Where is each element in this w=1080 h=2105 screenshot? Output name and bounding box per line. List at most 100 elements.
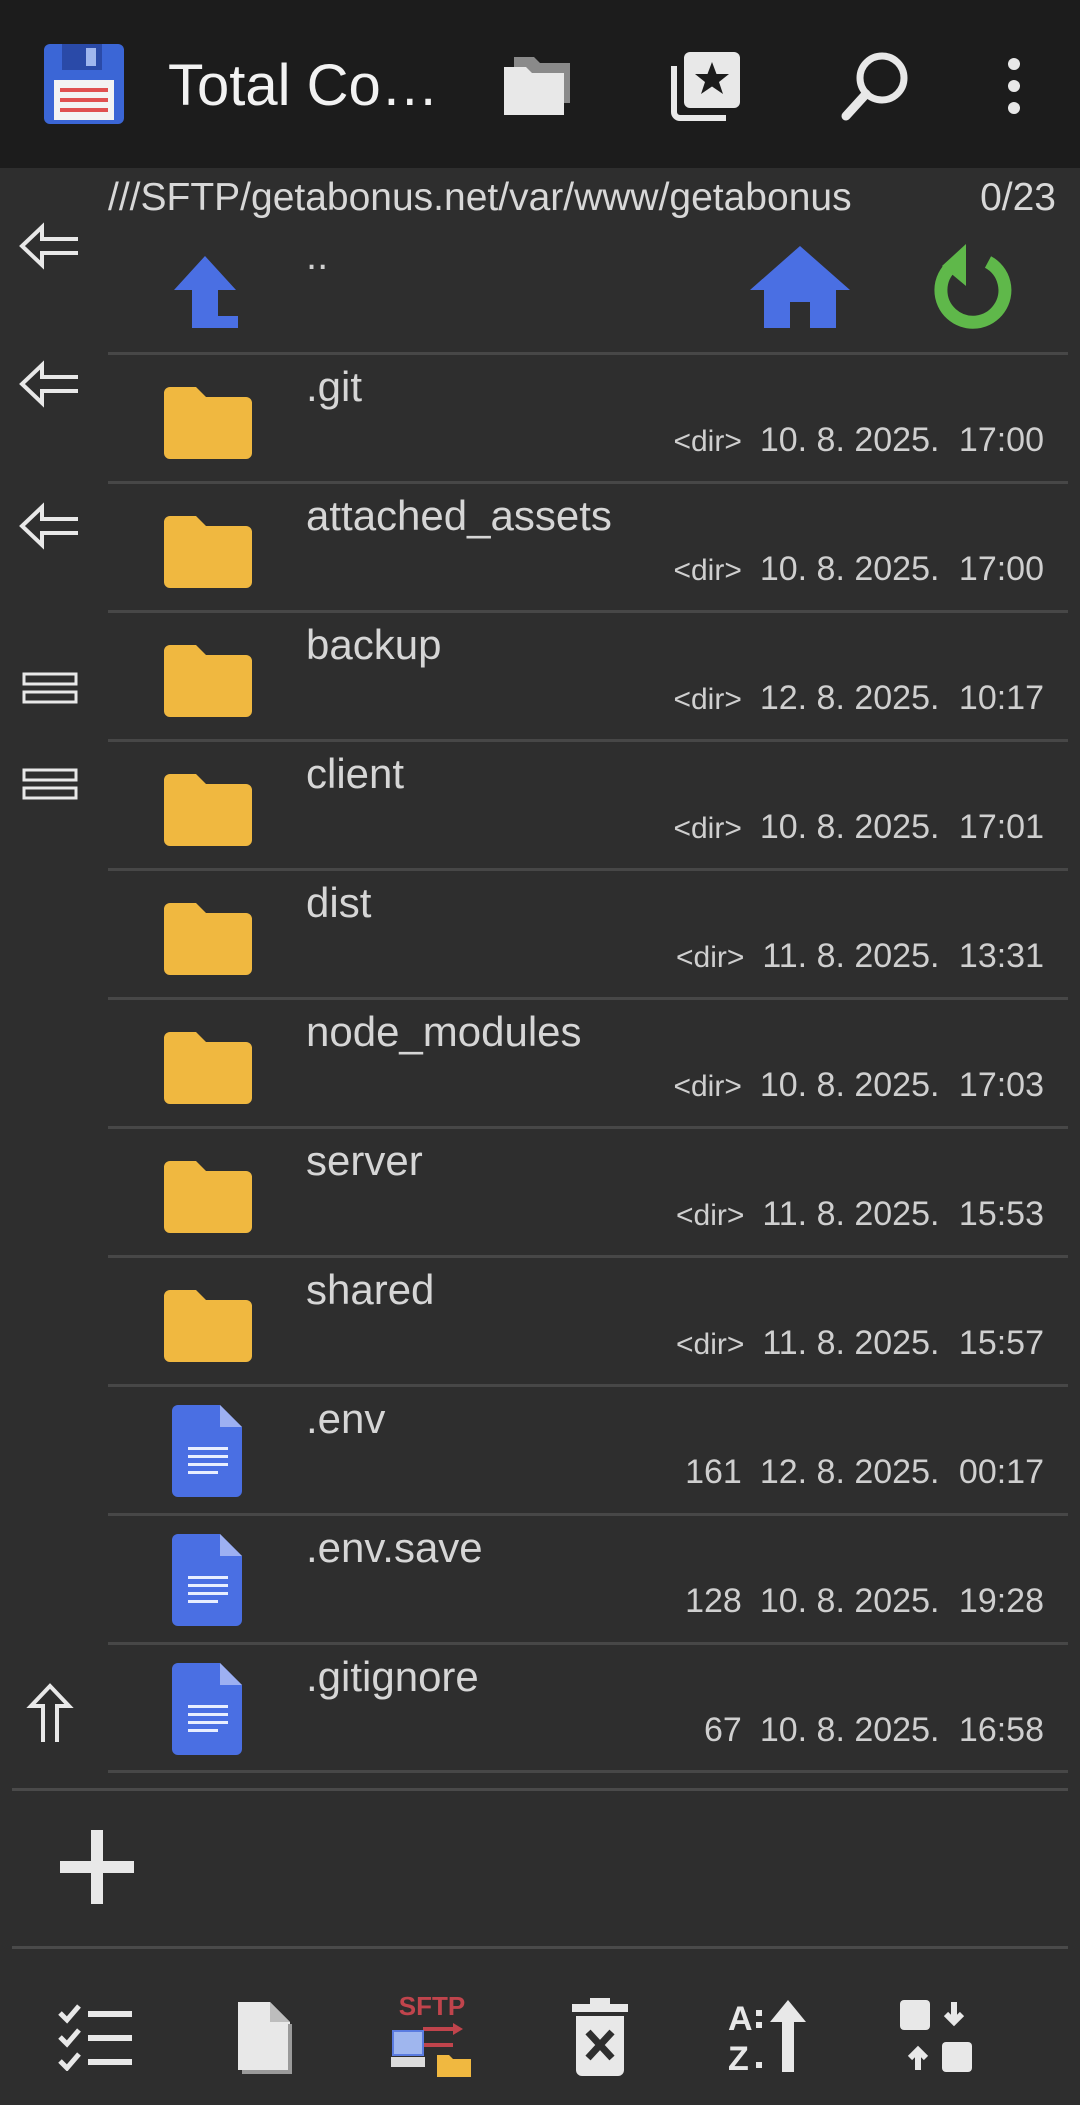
document-icon bbox=[172, 1532, 244, 1628]
add-button[interactable] bbox=[52, 1822, 142, 1912]
file-time: 15:53 bbox=[958, 1195, 1044, 1233]
file-name: .git bbox=[306, 363, 363, 410]
file-name: attached_assets bbox=[306, 492, 612, 539]
file-date: 10. 8. 2025. bbox=[759, 1066, 940, 1104]
overflow-menu-button[interactable] bbox=[972, 44, 1056, 128]
folder-row[interactable]: .git <dir> 10. 8. 2025. 17:00 bbox=[108, 352, 1068, 481]
arrow-left-icon bbox=[19, 360, 78, 408]
folder-row[interactable]: client <dir> 10. 8. 2025. 17:01 bbox=[108, 739, 1068, 868]
file-name: dist bbox=[306, 879, 372, 926]
folder-icon bbox=[160, 1028, 256, 1108]
folder-row[interactable]: node_modules <dir> 10. 8. 2025. 17:03 bbox=[108, 997, 1068, 1126]
file-date: 11. 8. 2025. bbox=[762, 1195, 940, 1233]
refresh-icon bbox=[934, 244, 1012, 329]
left-rail bbox=[0, 168, 100, 1788]
file-time: 17:00 bbox=[958, 550, 1044, 588]
file-time: 15:57 bbox=[958, 1324, 1044, 1362]
file-size: <dir> bbox=[673, 683, 742, 716]
parent-directory-row[interactable]: .. bbox=[108, 232, 1068, 352]
file-name: node_modules bbox=[306, 1008, 582, 1055]
rail-back-button-3[interactable] bbox=[10, 486, 90, 566]
folder-icon bbox=[160, 512, 256, 592]
parent-directory-label: .. bbox=[306, 234, 329, 278]
file-size: <dir> bbox=[675, 1199, 745, 1232]
app-title: Total Co… bbox=[168, 53, 439, 118]
file-date: 11. 8. 2025. bbox=[762, 1324, 940, 1362]
select-multiple-button[interactable] bbox=[48, 1988, 144, 2084]
search-icon bbox=[841, 52, 908, 121]
folder-row[interactable]: attached_assets <dir> 10. 8. 2025. 17:00 bbox=[108, 481, 1068, 610]
file-time: 00:17 bbox=[958, 1453, 1044, 1491]
file-meta: <dir> 11. 8. 2025. 15:53 bbox=[676, 1195, 1044, 1234]
file-meta: <dir> 10. 8. 2025. 17:00 bbox=[673, 550, 1044, 589]
sftp-transfer-button[interactable]: SFTP bbox=[384, 1988, 480, 2084]
rail-equals-button-1[interactable] bbox=[10, 648, 90, 728]
more-vertical-icon bbox=[1008, 58, 1020, 114]
refresh-button[interactable] bbox=[930, 242, 1020, 338]
bottom-toolbar: SFTP A Z bbox=[0, 1950, 1080, 2105]
folder-icon bbox=[160, 383, 256, 463]
rail-up-button[interactable] bbox=[10, 1674, 90, 1754]
divider bbox=[12, 1946, 1068, 1949]
rail-back-button-1[interactable] bbox=[10, 206, 90, 286]
file-name: client bbox=[306, 750, 405, 797]
file-time: 17:03 bbox=[958, 1066, 1044, 1104]
bookmark-star-icon bbox=[671, 52, 740, 121]
file-size: 67 bbox=[704, 1711, 742, 1749]
file-meta: <dir> 11. 8. 2025. 15:57 bbox=[676, 1324, 1044, 1363]
file-date: 10. 8. 2025. bbox=[759, 421, 940, 459]
file-meta: <dir> 12. 8. 2025. 10:17 bbox=[673, 679, 1044, 718]
folders-icon bbox=[504, 57, 570, 115]
new-file-button[interactable] bbox=[216, 1988, 312, 2084]
bookmarks-button[interactable] bbox=[664, 44, 748, 128]
file-name: server bbox=[306, 1137, 423, 1184]
file-date: 12. 8. 2025. bbox=[759, 1453, 940, 1491]
folder-icon bbox=[160, 1157, 256, 1237]
file-row[interactable]: .env 161 12. 8. 2025. 00:17 bbox=[108, 1384, 1068, 1513]
current-path: ///SFTP/getabonus.net/var/www/getabonus bbox=[108, 176, 852, 219]
document-icon bbox=[172, 1661, 244, 1757]
folder-icon bbox=[160, 1286, 256, 1366]
svg-text:A: A bbox=[728, 2000, 753, 2038]
file-meta: <dir> 10. 8. 2025. 17:00 bbox=[673, 421, 1044, 460]
sftp-label: SFTP bbox=[399, 1991, 465, 2021]
folder-row[interactable]: backup <dir> 12. 8. 2025. 10:17 bbox=[108, 610, 1068, 739]
file-size: <dir> bbox=[673, 425, 742, 458]
home-button[interactable] bbox=[748, 242, 852, 332]
file-meta: 161 12. 8. 2025. 00:17 bbox=[685, 1453, 1044, 1492]
swap-panels-button[interactable] bbox=[888, 1988, 984, 2084]
folder-row[interactable]: server <dir> 11. 8. 2025. 15:53 bbox=[108, 1126, 1068, 1255]
svg-text:Z: Z bbox=[728, 2040, 749, 2076]
app-bar: Total Co… bbox=[0, 0, 1080, 168]
file-row[interactable]: .env.save 128 10. 8. 2025. 19:28 bbox=[108, 1513, 1068, 1642]
equals-icon bbox=[22, 672, 78, 704]
file-name: backup bbox=[306, 621, 442, 668]
floppy-disk-logo-icon bbox=[42, 42, 126, 126]
file-date: 10. 8. 2025. bbox=[759, 808, 940, 846]
file-meta: <dir> 10. 8. 2025. 17:03 bbox=[673, 1066, 1044, 1105]
file-name: .env bbox=[306, 1395, 386, 1442]
file-size: <dir> bbox=[675, 941, 745, 974]
folder-row[interactable]: dist <dir> 11. 8. 2025. 13:31 bbox=[108, 868, 1068, 997]
home-icon bbox=[750, 246, 850, 328]
sort-button[interactable]: A Z bbox=[720, 1988, 816, 2084]
file-date: 11. 8. 2025. bbox=[762, 937, 940, 975]
rail-equals-button-2[interactable] bbox=[10, 744, 90, 824]
file-meta: 128 10. 8. 2025. 19:28 bbox=[685, 1582, 1044, 1621]
folders-tabs-button[interactable] bbox=[494, 44, 578, 128]
file-date: 10. 8. 2025. bbox=[759, 550, 940, 588]
file-row[interactable]: .gitignore 67 10. 8. 2025. 16:58 bbox=[108, 1642, 1068, 1771]
folder-row[interactable]: shared <dir> 11. 8. 2025. 15:57 bbox=[108, 1255, 1068, 1384]
equals-icon bbox=[22, 768, 78, 800]
search-button[interactable] bbox=[834, 44, 918, 128]
arrow-up-icon bbox=[26, 1683, 74, 1742]
file-size: 161 bbox=[685, 1453, 742, 1491]
rail-back-button-2[interactable] bbox=[10, 344, 90, 424]
file-time: 17:00 bbox=[958, 421, 1044, 459]
divider bbox=[12, 1788, 1068, 1791]
file-date: 12. 8. 2025. bbox=[759, 679, 940, 717]
file-size: <dir> bbox=[673, 554, 742, 587]
partially-visible-row bbox=[108, 1770, 1068, 1788]
delete-button[interactable] bbox=[552, 1988, 648, 2084]
trash-icon bbox=[572, 1998, 628, 2076]
